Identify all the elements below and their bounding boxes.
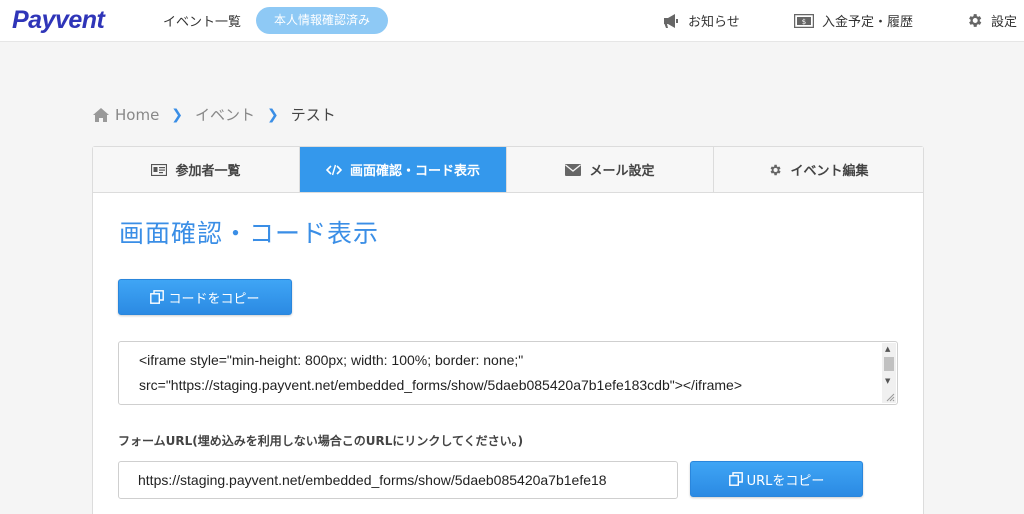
copy-code-button[interactable]: コードをコピー (118, 279, 292, 315)
top-header: Payvent イベント一覧 本人情報確認済み お知らせ $ 入金予定・履歴 設… (0, 0, 1024, 42)
scroll-thumb[interactable] (884, 357, 894, 371)
resize-grip-icon[interactable] (885, 392, 895, 402)
tab-participants[interactable]: 参加者一覧 (93, 147, 300, 192)
tab-event-edit-label: イベント編集 (790, 164, 869, 179)
nav-payment-link[interactable]: $ 入金予定・履歴 (794, 11, 913, 30)
event-tabs: 参加者一覧 画面確認・コード表示 メール設定 イベント編集 (93, 147, 923, 193)
chevron-right-icon: ❯ (267, 106, 279, 123)
gear-icon (771, 164, 782, 175)
nav-settings-label: 設定 (991, 15, 1018, 30)
scroll-down-arrow-icon[interactable]: ▼ (885, 377, 890, 385)
section-title: 画面確認・コード表示 (119, 219, 380, 248)
money-icon: $ (794, 13, 814, 28)
breadcrumb-home[interactable]: Home (115, 106, 159, 124)
copy-code-label: コードをコピー (168, 291, 260, 307)
breadcrumb: Home ❯ イベント ❯ テスト (93, 104, 336, 125)
copy-icon (728, 472, 743, 486)
nav-events-link[interactable]: イベント一覧 (163, 11, 241, 30)
tab-mail-settings-label: メール設定 (589, 164, 655, 179)
copy-icon (150, 290, 165, 304)
nav-notice-label: お知らせ (688, 15, 740, 30)
embed-code-text: <iframe style="min-height: 800px; width:… (139, 352, 743, 393)
envelope-icon (565, 163, 582, 176)
gear-icon (969, 14, 982, 27)
copy-url-button[interactable]: URLをコピー (690, 461, 863, 497)
megaphone-icon (664, 13, 678, 28)
id-card-icon (151, 163, 168, 176)
svg-text:$: $ (802, 18, 806, 26)
event-card: 参加者一覧 画面確認・コード表示 メール設定 イベント編集 画面確認・コード表示 (92, 146, 924, 514)
nav-settings-link[interactable]: 設定 (966, 11, 1017, 30)
copy-url-label: URLをコピー (746, 473, 825, 489)
chevron-right-icon: ❯ (171, 106, 184, 123)
nav-notice-link[interactable]: お知らせ (662, 11, 740, 30)
embed-code-textarea[interactable]: <iframe style="min-height: 800px; width:… (118, 341, 898, 405)
breadcrumb-events[interactable]: イベント (195, 104, 255, 125)
tab-code-display[interactable]: 画面確認・コード表示 (300, 147, 507, 192)
tab-participants-label: 参加者一覧 (175, 164, 241, 179)
home-icon (93, 107, 109, 122)
nav-payment-label: 入金予定・履歴 (822, 15, 914, 30)
tab-code-display-label: 画面確認・コード表示 (349, 164, 480, 179)
identity-verified-badge: 本人情報確認済み (256, 7, 388, 34)
code-icon (325, 164, 342, 175)
scroll-up-arrow-icon[interactable]: ▲ (885, 345, 890, 353)
form-url-label: フォームURL(埋め込みを利用しない場合このURLにリンクしてください。) (118, 434, 524, 448)
tab-mail-settings[interactable]: メール設定 (507, 147, 714, 192)
breadcrumb-current: テスト (290, 106, 336, 124)
form-url-field[interactable]: https://staging.payvent.net/embedded_for… (118, 461, 678, 499)
payvent-logo[interactable]: Payvent (12, 6, 105, 35)
tab-event-edit[interactable]: イベント編集 (714, 147, 923, 192)
